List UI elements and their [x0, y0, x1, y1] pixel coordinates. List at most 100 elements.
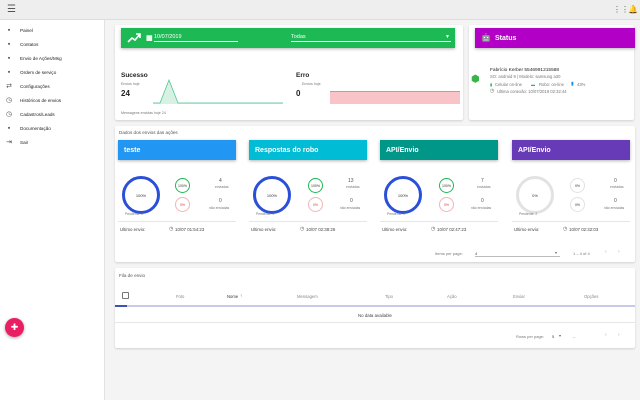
select-all-checkbox[interactable]	[122, 292, 129, 299]
error-ring: 0%	[308, 197, 323, 212]
sidebar-item-ordem[interactable]: ▪ Ordem de serviço	[0, 66, 105, 78]
last-send-label: Ultimo envio:	[382, 227, 408, 232]
sidebar-item-label: Painel	[20, 27, 33, 33]
sent-label: enviadas	[477, 185, 491, 189]
person-icon: ▪	[7, 26, 11, 34]
sidebar-item-configuracoes[interactable]: ⇄ Configurações	[0, 80, 105, 92]
success-chart	[153, 79, 283, 104]
sidebar-item-painel[interactable]: ▪ Painel	[0, 24, 105, 36]
status-card: 🤖 Status ⬢ Fabrício Kerber 5546991215588…	[469, 25, 635, 120]
rows-per-page-label: Rows per page:	[516, 334, 545, 339]
sidebar-item-label: Envio de Ações/Msg	[20, 55, 62, 61]
section-title: Dados dos envios das ações	[119, 130, 178, 135]
last-send-label: Ultimo envio:	[120, 227, 146, 232]
success-sublabel: Envios hoje	[121, 82, 140, 86]
error-chart	[330, 91, 460, 104]
error-ring: 0%	[570, 197, 585, 212]
sidebar-item-cadastros[interactable]: ◷ Cadastros/Leads	[0, 108, 105, 120]
filter-bar: ▦ 10/07/2019 Todas ▼	[121, 28, 455, 48]
add-contact-button[interactable]: ✚	[5, 318, 24, 337]
notsent-label: não enviadas	[471, 206, 492, 210]
status-title: Status	[495, 34, 517, 42]
bell-icon[interactable]: 🔔	[628, 4, 638, 16]
history-icon: ◷	[5, 96, 13, 104]
rows-per-page-select[interactable]: 5	[552, 334, 554, 339]
sidebar: ▪ Painel ▪ Contatos ▪ Envio de Ações/Msg ▪ O…	[0, 20, 105, 400]
action-title: API/Envio	[512, 140, 630, 160]
column-header[interactable]: Mensagem	[297, 294, 318, 299]
device-name: Fabrício Kerber 5546991215588	[490, 68, 560, 73]
sidebar-item-envio[interactable]: ▪ Envio de Ações/Msg	[0, 52, 105, 64]
clock-icon: ◷	[563, 226, 568, 232]
last-send-value: 10/07 02:47:23	[437, 227, 467, 232]
last-send-value: 10/07 02:38:26	[306, 227, 336, 232]
overview-card: ▦ 10/07/2019 Todas ▼ Sucesso Envios hoje…	[115, 25, 463, 120]
message-icon: ▪	[7, 54, 11, 62]
error-count: 0	[296, 89, 301, 98]
success-footer: Mensagens envidas hoje 24	[121, 111, 166, 115]
status-header: 🤖 Status	[475, 28, 635, 48]
battery-icon: ▮	[571, 81, 574, 87]
phone-icon: ▮	[490, 82, 493, 87]
action-title: API/Envio	[380, 140, 498, 160]
notsent-label: não enviadas	[209, 206, 230, 210]
apps-icon[interactable]: ⋮⋮	[613, 4, 629, 16]
menu-icon[interactable]: ☰	[7, 4, 16, 16]
queue-section: Fila de envio Foto Nome ↑ Mensagem Tipo …	[115, 268, 635, 348]
queue-title: Fila de envio	[119, 273, 146, 278]
sent-label: enviadas	[346, 185, 360, 189]
success-ring: 100%	[308, 178, 323, 193]
chevron-left-icon[interactable]: ‹	[605, 332, 607, 338]
pending-count: Pendente: 0	[387, 212, 406, 216]
chevron-left-icon[interactable]: ‹	[605, 249, 607, 255]
chevron-right-icon[interactable]: ›	[618, 249, 620, 255]
column-header[interactable]: Enviar	[513, 294, 525, 299]
notsent-count: 0	[219, 198, 222, 204]
chevron-right-icon[interactable]: ›	[618, 332, 620, 338]
logout-icon: ⇥	[6, 138, 12, 146]
divider	[249, 221, 367, 222]
clock-icon: ◷	[169, 226, 174, 232]
items-per-page-select[interactable]: 4	[475, 251, 560, 257]
last-send-value: 10/07 02:32:03	[569, 227, 599, 232]
divider	[512, 221, 630, 222]
sidebar-item-contatos[interactable]: ▪ Contatos	[0, 38, 105, 50]
error-ring: 0%	[439, 197, 454, 212]
date-field[interactable]: 10/07/2019	[154, 34, 238, 42]
column-header[interactable]: Ação	[447, 294, 457, 299]
column-header[interactable]: Opções	[584, 294, 598, 299]
clock-icon: ◷	[300, 226, 305, 232]
pager-range: –	[573, 334, 576, 339]
sidebar-item-label: Sair	[20, 139, 29, 145]
pending-count: Pendente: 0	[125, 212, 144, 216]
action-title: teste	[118, 140, 236, 160]
chevron-down-icon[interactable]: ▼	[445, 34, 450, 40]
error-ring: 0%	[175, 197, 190, 212]
sidebar-item-sair[interactable]: ⇥ Sair	[0, 136, 105, 148]
notsent-count: 0	[614, 198, 617, 204]
divider	[380, 221, 498, 222]
sent-count: 7	[481, 178, 484, 184]
last-send-value: 10/07 01:54:23	[175, 227, 205, 232]
celular-status: Celular on-line	[495, 82, 522, 87]
chevron-down-icon[interactable]: ▾	[555, 250, 557, 255]
column-header[interactable]: Tipo	[385, 294, 393, 299]
column-header[interactable]: Nome	[227, 294, 238, 299]
last-send-label: Ultimo envio:	[514, 227, 540, 232]
column-header[interactable]: Foto	[176, 294, 184, 299]
sent-count: 13	[348, 178, 354, 184]
error-sublabel: Envios hoje	[302, 82, 321, 86]
calendar-icon[interactable]: ▦	[146, 34, 153, 42]
top-app-bar: ☰ ⋮⋮ 🔔	[0, 0, 640, 20]
sidebar-item-historicos[interactable]: ◷ Históricos de envios	[0, 94, 105, 106]
arrow-up-icon: ↑	[240, 293, 243, 298]
loading-bar	[115, 305, 635, 307]
clock-icon: ◷	[431, 226, 436, 232]
action-select[interactable]: Todas	[291, 34, 451, 42]
total-ring: 0%	[516, 176, 554, 214]
pending-count: Pendente: 0	[256, 212, 275, 216]
sidebar-item-documentacao[interactable]: ▪ Documentação	[0, 122, 105, 134]
robot-icon: ▬	[531, 82, 535, 87]
android-icon: 🤖	[481, 33, 491, 42]
chevron-down-icon[interactable]: ▾	[559, 333, 561, 338]
